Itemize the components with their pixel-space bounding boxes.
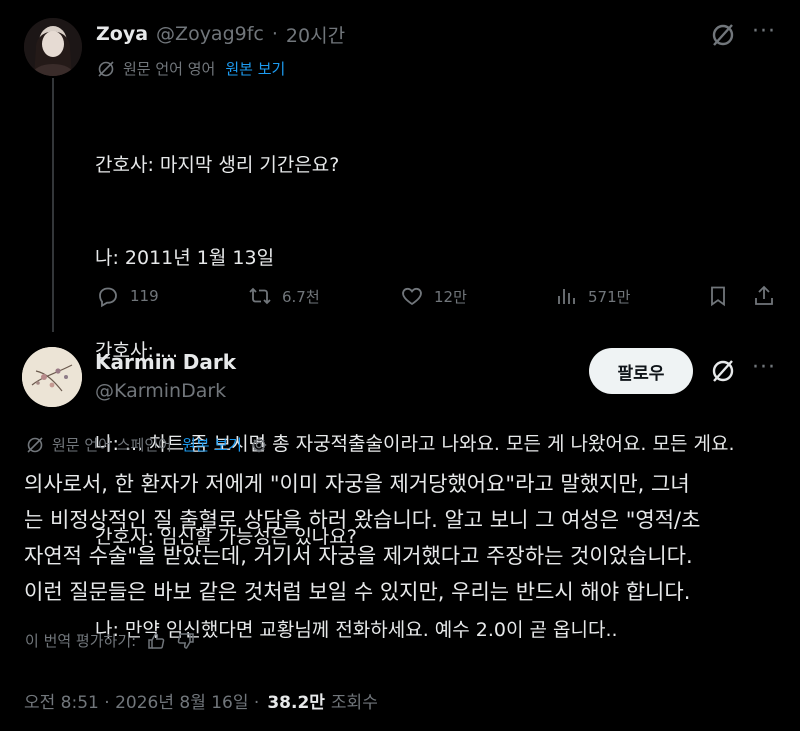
- tweet1-action-bar: 119 6.7천 12만 571만: [96, 284, 780, 316]
- tweet2-translation-note: 원문 언어 스페인어 원본 보기: [26, 434, 268, 455]
- tweet2-views-count: 38.2만: [267, 693, 325, 713]
- tweet2-views-label: 조회수: [330, 693, 378, 713]
- grok-icon[interactable]: [710, 358, 736, 384]
- tweet2-author-handle[interactable]: @KarminDark: [95, 380, 226, 402]
- more-options-icon[interactable]: ···: [752, 21, 776, 43]
- tweet1-show-original-link[interactable]: 원본 보기: [225, 58, 285, 79]
- tweet1-line: 간호사: 마지막 생리 기간은요?: [95, 154, 340, 176]
- tweet1-line: 나: 2011년 1월 13일: [95, 247, 275, 269]
- rate-translation-label: 이 번역 평가하기:: [25, 632, 137, 650]
- more-options-icon[interactable]: ···: [752, 357, 776, 379]
- tweet2-text: 의사로서, 한 환자가 저에게 "이미 자궁을 제거당했어요"라고 말했지만, …: [24, 466, 784, 610]
- like-button[interactable]: 12만: [400, 284, 467, 308]
- views-count: 571만: [588, 287, 631, 306]
- thread-connector-line: [52, 78, 54, 332]
- tweet2-author-name[interactable]: Karmin Dark: [95, 350, 236, 374]
- thumbs-up-icon[interactable]: [146, 631, 166, 651]
- repost-count: 6.7천: [282, 287, 320, 306]
- tweet2-line: 이런 질문들은 바보 같은 것처럼 보일 수 있지만, 우리는 반드시 해야 합…: [24, 580, 691, 604]
- tweet1-separator: ·: [271, 23, 278, 45]
- gear-icon[interactable]: [250, 436, 268, 454]
- grok-icon[interactable]: [710, 22, 736, 48]
- reply-count: 119: [130, 287, 159, 305]
- tweet2-translated-from: 원문 언어 스페인어: [52, 436, 172, 454]
- heart-icon: [402, 287, 422, 306]
- tweet1-line: 나: 만약 임신했다면 교황님께 전화하세요. 예수 2.0이 곧 옵니다..: [95, 619, 618, 641]
- tweet1-translated-from: 원문 언어 영어: [123, 60, 216, 78]
- bookmark-icon: [711, 286, 725, 307]
- share-icon: [755, 285, 773, 305]
- follow-button[interactable]: 팔로우: [589, 348, 693, 394]
- translate-icon: [27, 436, 43, 453]
- thumbs-down-icon[interactable]: [176, 631, 196, 651]
- tweet2-show-original-link[interactable]: 원본 보기: [182, 434, 242, 455]
- tweet2-line: 는 비정상적인 질 출혈로 상담을 하러 왔습니다. 알고 보니 그 여성은 "…: [24, 508, 701, 532]
- tweet2-line: 자연적 수술"을 받았는데, 거기서 자궁을 제거했다고 주장하는 것이었습니다…: [24, 544, 693, 568]
- thread-view: Zoya @Zoyag9fc · 20시간 ··· 원문 언어 영어 원본 보기…: [0, 0, 800, 731]
- avatar-karmin-dark[interactable]: [22, 347, 82, 407]
- tweet1-header: Zoya @Zoyag9fc · 20시간: [96, 20, 345, 48]
- tweet1-timestamp[interactable]: 20시간: [286, 21, 345, 48]
- share-button[interactable]: [752, 284, 786, 308]
- tweet2-line: 의사로서, 한 환자가 저에게 "이미 자궁을 제거당했어요"라고 말했지만, …: [24, 472, 690, 496]
- tweet1-author-handle[interactable]: @Zoyag9fc: [156, 23, 264, 45]
- tweet2-timestamp[interactable]: 오전 8:51 · 2026년 8월 16일 ·: [24, 688, 259, 713]
- bookmark-button[interactable]: [706, 284, 740, 308]
- avatar-zoya[interactable]: [24, 18, 82, 76]
- repost-icon: [249, 287, 271, 305]
- tweet1-author-name[interactable]: Zoya: [96, 23, 148, 45]
- translate-icon: [98, 60, 114, 77]
- reply-button[interactable]: 119: [96, 284, 159, 308]
- analytics-icon: [558, 289, 575, 304]
- views-button[interactable]: 571만: [554, 284, 630, 308]
- repost-button[interactable]: 6.7천: [248, 284, 320, 308]
- like-count: 12만: [434, 287, 467, 306]
- reply-icon: [99, 287, 117, 308]
- tweet2-meta: 오전 8:51 · 2026년 8월 16일 · 38.2만 조회수: [24, 688, 378, 713]
- tweet1-translation-note: 원문 언어 영어 원본 보기: [97, 58, 285, 79]
- rate-translation-row: 이 번역 평가하기:: [25, 630, 196, 651]
